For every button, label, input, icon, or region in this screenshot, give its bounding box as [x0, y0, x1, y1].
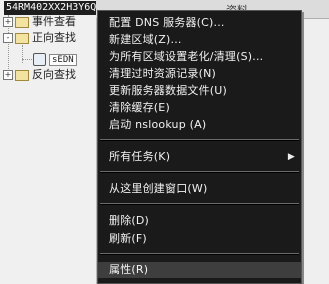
folder-icon [15, 32, 29, 44]
collapse-icon[interactable]: - [3, 33, 13, 43]
folder-icon [15, 16, 29, 28]
tree-item-reverse-lookup[interactable]: + 反向查找 [3, 67, 76, 82]
menu-item-label: 所有任务(K) [109, 150, 171, 163]
expand-icon[interactable]: + [3, 70, 13, 80]
menu-item-launch-nslookup[interactable]: 启动 nslookup (A) [98, 117, 301, 133]
menu-item-refresh[interactable]: 刷新(F) [98, 231, 301, 247]
tree-connector [22, 59, 32, 60]
menu-item-new-window-from-here[interactable]: 从这里创建窗口(W) [98, 181, 301, 197]
expand-icon[interactable]: + [3, 17, 13, 27]
context-menu: 配置 DNS 服务器(C)... 新建区域(Z)... 为所有区域设置老化/清理… [97, 10, 302, 284]
tree-connector [22, 45, 23, 63]
mmc-dns-console: 54RM402XX2H3Y6Q0 + 事件查看 - 正向查找 sEDN + 反向查找 … [0, 0, 329, 284]
tree-item-label: sEDN [49, 54, 77, 66]
menu-item-all-tasks[interactable]: 所有任务(K) ▶ [98, 149, 301, 165]
tree-item-zone[interactable]: sEDN [33, 51, 77, 66]
menu-item-scavenge-stale-records[interactable]: 清理过时资源记录(N) [98, 66, 301, 82]
menu-separator [100, 253, 299, 255]
console-tree-pane: 54RM402XX2H3Y6Q0 + 事件查看 - 正向查找 sEDN + 反向查找 [0, 0, 116, 284]
tree-item-label: 事件查看 [32, 15, 76, 28]
menu-separator [100, 203, 299, 205]
menu-item-update-data-files[interactable]: 更新服务器数据文件(U) [98, 83, 301, 99]
menu-item-new-zone[interactable]: 新建区域(Z)... [98, 32, 301, 48]
tree-item-label: 反向查找 [32, 68, 76, 81]
menu-item-properties[interactable]: 属性(R) [98, 262, 301, 278]
menu-item-configure-dns[interactable]: 配置 DNS 服务器(C)... [98, 15, 301, 31]
tree-item-event-viewer[interactable]: + 事件查看 [3, 14, 76, 29]
tree-item-label: 正向查找 [32, 31, 76, 44]
menu-separator [100, 171, 299, 173]
menu-separator [100, 139, 299, 141]
menu-item-clear-cache[interactable]: 清除缓存(E) [98, 100, 301, 116]
menu-item-delete[interactable]: 删除(D) [98, 213, 301, 229]
folder-icon [15, 69, 29, 81]
tree-item-forward-lookup[interactable]: - 正向查找 [3, 30, 76, 45]
dns-zone-icon [33, 52, 46, 66]
submenu-arrow-icon: ▶ [287, 152, 295, 162]
menu-item-set-aging-scavenging[interactable]: 为所有区域设置老化/清理(S)... [98, 49, 301, 65]
